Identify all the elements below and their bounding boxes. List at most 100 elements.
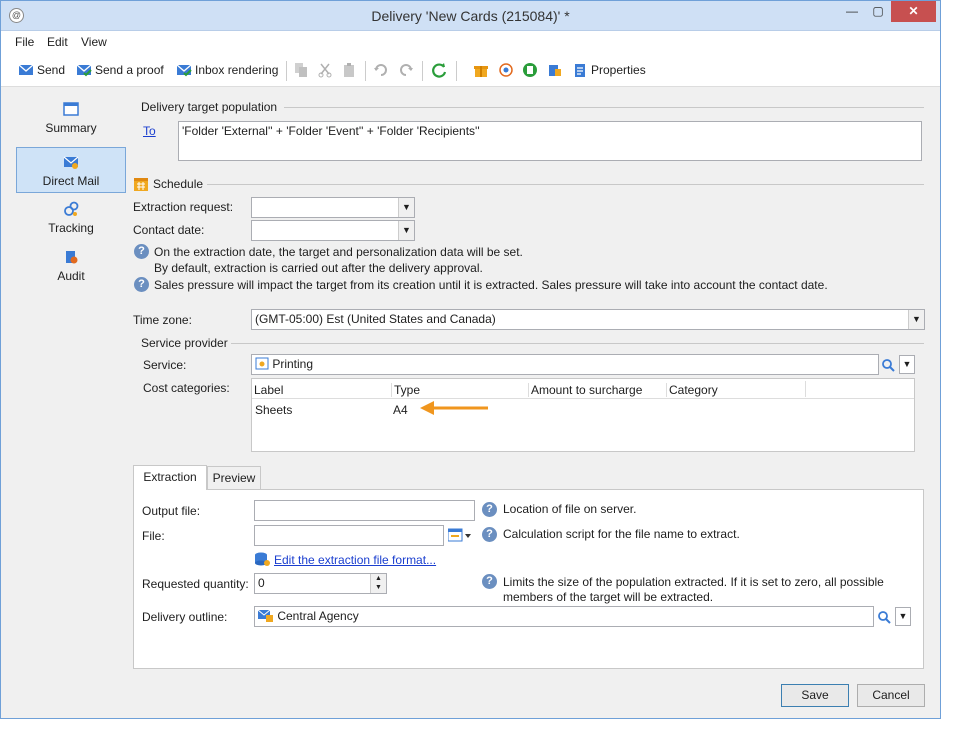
close-button[interactable]: ✕ xyxy=(891,1,936,22)
send-proof-label: Send a proof xyxy=(95,63,164,77)
title-bar: @ Delivery 'New Cards (215084)' * — ▢ ✕ xyxy=(1,1,940,31)
copy-icon[interactable] xyxy=(293,62,309,78)
help-icon: ? xyxy=(134,244,149,259)
quantity-help-line1: Limits the size of the population extrac… xyxy=(503,575,884,589)
table-header: Label Type Amount to surcharge Category xyxy=(252,379,914,399)
chevron-down-icon[interactable]: ▼ xyxy=(899,355,915,374)
requested-quantity-stepper[interactable]: 0 ▲ ▼ xyxy=(254,573,387,594)
tab-preview[interactable]: Preview xyxy=(207,466,261,490)
redo-icon[interactable] xyxy=(398,62,414,78)
sidebar-item-label: Direct Mail xyxy=(42,174,100,188)
window-title: Delivery 'New Cards (215084)' * xyxy=(371,8,570,24)
help-icon: ? xyxy=(482,527,497,542)
sidebar-item-label: Tracking xyxy=(48,221,94,235)
menu-file[interactable]: File xyxy=(15,35,34,49)
properties-icon xyxy=(575,64,585,77)
menu-view[interactable]: View xyxy=(81,35,107,49)
save-button[interactable]: Save xyxy=(781,684,849,707)
provider-section-title: Service provider xyxy=(141,336,228,350)
extraction-request-field[interactable]: ▼ xyxy=(251,197,415,218)
service-label: Service: xyxy=(143,358,187,372)
service-value: Printing xyxy=(272,357,314,371)
extraction-help-line2: By default, extraction is carried out af… xyxy=(154,261,483,275)
toolbar-separator xyxy=(286,61,287,81)
help-icon: ? xyxy=(482,502,497,517)
delivery-outline-label: Delivery outline: xyxy=(142,610,228,624)
toolbar: Send Send a proof Inbox rendering Proper… xyxy=(1,53,940,87)
column-header: Category xyxy=(666,383,718,397)
target-population-field[interactable]: 'Folder 'External'' + 'Folder 'Event'' +… xyxy=(178,121,922,161)
gift-icon[interactable] xyxy=(473,62,489,78)
delivery-outline-field[interactable]: Central Agency xyxy=(254,606,874,627)
output-file-field[interactable] xyxy=(254,500,475,521)
toolbar-separator xyxy=(456,61,457,81)
calculator-icon[interactable] xyxy=(522,62,538,78)
properties-button[interactable]: Properties xyxy=(572,63,646,77)
sidebar-item-audit[interactable]: Audit xyxy=(16,243,126,289)
service-field[interactable]: Printing xyxy=(251,354,879,375)
column-header: Label xyxy=(254,383,284,397)
toolbar-separator xyxy=(422,61,423,81)
menu-bar: File Edit View xyxy=(1,31,940,53)
chevron-down-icon[interactable]: ▼ xyxy=(398,221,414,240)
help-icon: ? xyxy=(482,574,497,589)
table-row[interactable]: Sheets A4 xyxy=(252,399,914,419)
file-label: File: xyxy=(142,529,165,543)
summary-icon xyxy=(63,102,79,116)
tab-extraction[interactable]: Extraction xyxy=(133,465,207,490)
menu-edit[interactable]: Edit xyxy=(47,35,68,49)
file-field[interactable] xyxy=(254,525,444,546)
delivery-window: @ Delivery 'New Cards (215084)' * — ▢ ✕ … xyxy=(0,0,941,719)
divider xyxy=(231,343,924,344)
timezone-value: (GMT-05:00) Est (United States and Canad… xyxy=(255,312,496,326)
send-proof-button[interactable]: Send a proof xyxy=(76,63,164,77)
tracking-icon xyxy=(64,201,79,216)
cut-icon[interactable] xyxy=(317,62,333,78)
search-icon[interactable] xyxy=(877,610,891,624)
divider xyxy=(207,184,924,185)
row-type: A4 xyxy=(393,403,408,417)
outline-mail-icon xyxy=(258,609,273,622)
edit-extraction-format-link[interactable]: Edit the extraction file format... xyxy=(274,553,436,567)
timezone-select[interactable]: (GMT-05:00) Est (United States and Canad… xyxy=(251,309,925,330)
output-file-help: Location of file on server. xyxy=(503,502,637,516)
quantity-help-line2: members of the target will be extracted. xyxy=(503,590,714,604)
column-header: Type xyxy=(391,383,420,397)
send-icon xyxy=(18,64,34,75)
stepper-arrows-icon[interactable]: ▲ ▼ xyxy=(370,574,386,593)
extraction-request-label: Extraction request: xyxy=(133,200,234,214)
row-label: Sheets xyxy=(255,403,293,417)
sidebar-item-direct-mail[interactable]: Direct Mail xyxy=(16,147,126,193)
delivery-outline-value: Central Agency xyxy=(277,609,359,623)
chevron-down-icon[interactable]: ▼ xyxy=(908,310,924,329)
maximize-button[interactable]: ▢ xyxy=(865,1,891,22)
minimize-button[interactable]: — xyxy=(839,1,865,22)
contact-date-field[interactable]: ▼ xyxy=(251,220,415,241)
timezone-label: Time zone: xyxy=(133,313,192,327)
audit-icon xyxy=(66,251,78,264)
requested-quantity-value: 0 xyxy=(258,576,265,590)
paste-icon[interactable] xyxy=(341,62,357,78)
target-icon[interactable] xyxy=(498,62,514,78)
requested-quantity-label: Requested quantity: xyxy=(142,577,249,591)
extraction-help-line1: On the extraction date, the target and p… xyxy=(154,245,523,259)
plugin-icon[interactable] xyxy=(547,62,563,78)
printer-icon xyxy=(255,357,269,370)
search-icon[interactable] xyxy=(881,358,895,372)
database-icon xyxy=(255,552,270,566)
sidebar-item-summary[interactable]: Summary xyxy=(16,95,126,141)
main-content: Delivery target population To 'Folder 'E… xyxy=(131,95,931,715)
inbox-rendering-button[interactable]: Inbox rendering xyxy=(176,63,278,77)
contact-date-label: Contact date: xyxy=(133,223,205,237)
undo-icon[interactable] xyxy=(373,62,389,78)
chevron-down-icon[interactable]: ▼ xyxy=(398,198,414,217)
cancel-button[interactable]: Cancel xyxy=(857,684,925,707)
chevron-down-icon[interactable]: ▼ xyxy=(895,607,911,626)
sidebar-item-tracking[interactable]: Tracking xyxy=(16,195,126,241)
script-editor-icon[interactable] xyxy=(448,528,472,542)
sidebar-item-label: Summary xyxy=(45,121,97,135)
to-link[interactable]: To xyxy=(143,124,156,138)
send-button[interactable]: Send xyxy=(18,63,65,77)
refresh-icon[interactable] xyxy=(431,62,447,78)
calendar-icon xyxy=(134,178,148,191)
